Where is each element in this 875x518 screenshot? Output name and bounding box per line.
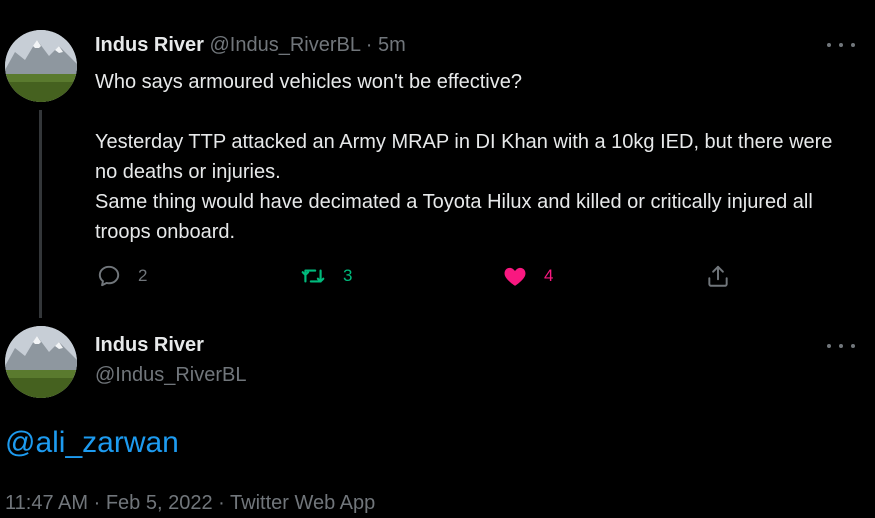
tweet-date[interactable]: Feb 5, 2022 [106, 492, 213, 514]
more-horizontal-icon[interactable] [827, 39, 855, 51]
handle[interactable]: @Indus_RiverBL [95, 363, 246, 387]
tweet-source[interactable]: Twitter Web App [230, 492, 375, 514]
separator: · [218, 492, 225, 514]
tweet-line: Who says armoured vehicles won't be effe… [95, 71, 522, 93]
more-horizontal-icon[interactable] [827, 340, 855, 352]
like-count: 4 [544, 266, 554, 285]
share-icon [708, 265, 728, 287]
retweet-button[interactable]: 3 [299, 262, 352, 290]
like-button[interactable]: 4 [502, 262, 553, 290]
separator: · [93, 492, 101, 514]
mention-link[interactable]: @ali_zarwan [5, 424, 179, 462]
display-name[interactable]: Indus River [95, 34, 204, 56]
avatar[interactable] [5, 30, 77, 102]
heart-icon [504, 267, 526, 286]
tweet-time[interactable]: 11:47 AM [5, 492, 88, 514]
tweet-text: Who says armoured vehicles won't be effe… [95, 67, 835, 247]
reply-count: 2 [138, 266, 148, 285]
timestamp[interactable]: 5m [378, 34, 406, 56]
reply-icon [98, 265, 120, 287]
display-name[interactable]: Indus River [95, 333, 204, 357]
tweet-thread: Indus River @Indus_RiverBL · 5m Who says… [0, 0, 875, 518]
avatar[interactable] [5, 326, 77, 398]
reply-button[interactable]: 2 [96, 262, 147, 290]
thread-connector-line [39, 110, 42, 318]
tweet-line: Same thing would have decimated a Toyota… [95, 191, 813, 243]
separator: · [365, 34, 373, 56]
handle[interactable]: @Indus_RiverBL [209, 34, 360, 56]
retweet-count: 3 [343, 266, 353, 285]
tweet-line: Yesterday TTP attacked an Army MRAP in D… [95, 131, 833, 183]
retweet-icon [301, 269, 325, 283]
tweet-header: Indus River @Indus_RiverBL · 5m [95, 33, 406, 57]
tweet-meta: 11:47 AM · Feb 5, 2022 · Twitter Web App [5, 489, 375, 517]
share-button[interactable] [705, 262, 731, 290]
